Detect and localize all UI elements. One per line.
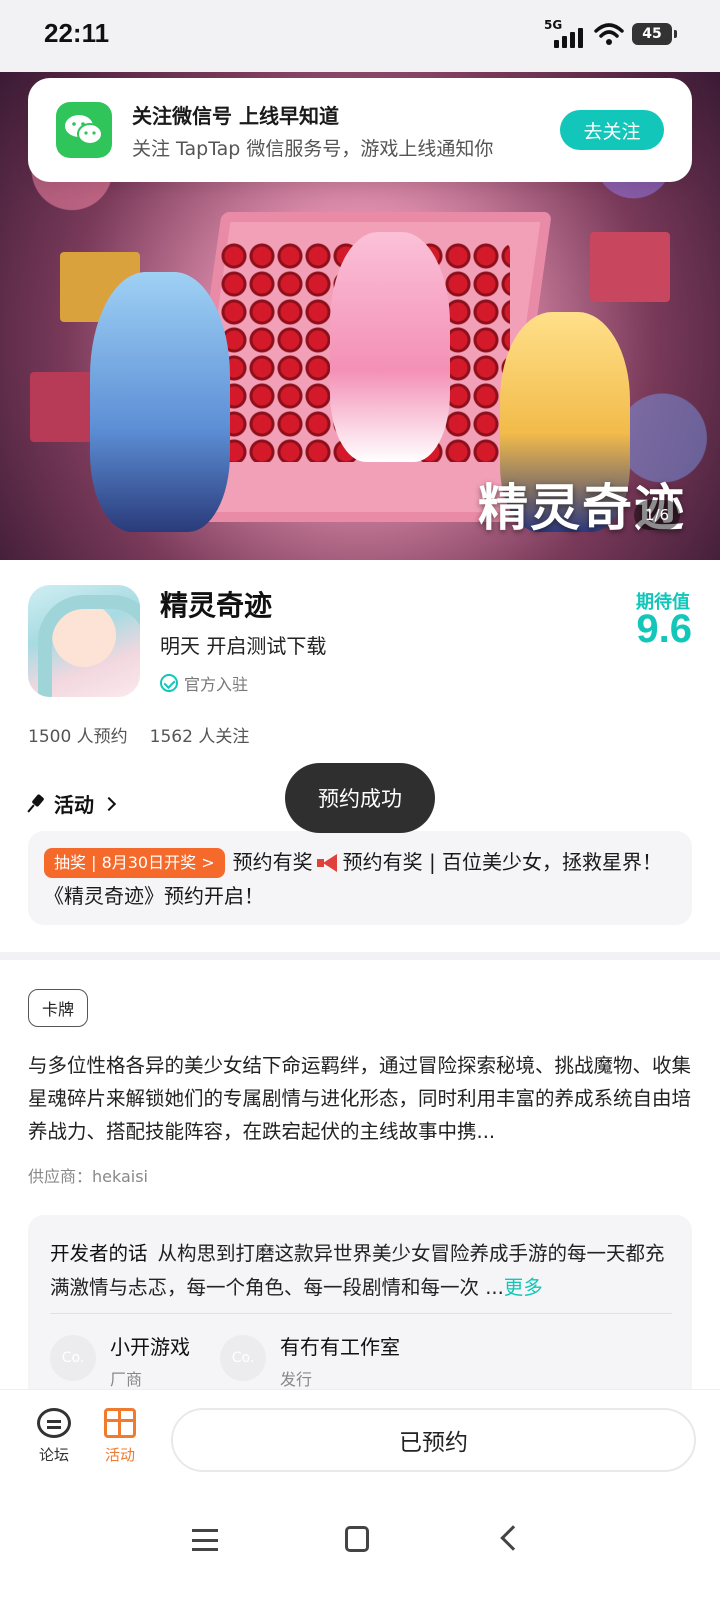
toast-message: 预约成功	[285, 763, 435, 833]
chevron-right-icon	[101, 796, 117, 811]
home-icon[interactable]	[345, 1526, 369, 1552]
lottery-tag[interactable]: 抽奖 | 8月30日开奖 >	[44, 848, 225, 878]
developer-words[interactable]: 开发者的话 从构思到打磨这款异世界美少女冒险养成手游的每一天都充满激情与忐忑，每一…	[50, 1237, 672, 1305]
wechat-icon	[56, 102, 112, 158]
follow-card-title: 关注微信号 上线早知道	[132, 104, 339, 128]
menu-icon[interactable]	[192, 1529, 218, 1551]
company-avatar: Co.	[50, 1335, 96, 1381]
company-avatar: Co.	[220, 1335, 266, 1381]
section-divider	[0, 952, 720, 960]
follow-card-subtitle: 关注 TapTap 微信服务号，游戏上线通知你	[132, 138, 494, 160]
company-name: 小开游戏	[110, 1335, 190, 1359]
game-icon[interactable]	[28, 585, 140, 697]
supplier-info: 供应商：hekaisi	[28, 1167, 149, 1186]
developer-divider	[50, 1313, 672, 1314]
developer-card: 开发者的话 从构思到打磨这款异世界美少女冒险养成手游的每一天都充满激情与忐忑，每一…	[28, 1215, 692, 1389]
character-center	[330, 232, 450, 462]
follow-button[interactable]: 去关注	[560, 110, 664, 150]
developer-label: 开发者的话	[50, 1242, 148, 1265]
official-label: 官方入驻	[184, 675, 249, 694]
official-badge: 官方入驻	[160, 671, 248, 695]
more-link[interactable]: 更多	[504, 1276, 543, 1299]
gift-icon	[104, 1408, 136, 1438]
battery-icon: 45	[632, 23, 677, 45]
activity-section-header[interactable]: 活动	[28, 789, 117, 818]
reservation-count: 1500 人预约	[28, 727, 128, 747]
company-name: 有冇有工作室	[280, 1335, 400, 1359]
status-time: 22:11	[44, 18, 110, 48]
genre-tag[interactable]: 卡牌	[28, 989, 89, 1027]
pin-icon	[28, 795, 46, 813]
battery-level: 45	[642, 26, 662, 42]
status-bar: 22:11 5G 45	[0, 0, 720, 72]
back-icon[interactable]	[500, 1525, 526, 1551]
game-title: 精灵奇迹	[160, 589, 273, 622]
activity-header-label: 活动	[54, 793, 94, 817]
wechat-follow-card: 关注微信号 上线早知道 关注 TapTap 微信服务号，游戏上线通知你 去关注	[28, 78, 692, 182]
wifi-icon	[594, 23, 624, 45]
activity-text-a: 预约有奖	[232, 850, 313, 874]
company-role: 发行	[280, 1370, 313, 1389]
expect-score: 9.6	[636, 607, 692, 651]
bottom-action-bar: 论坛 活动 已预约	[0, 1389, 720, 1489]
reserved-button[interactable]: 已预约	[171, 1408, 696, 1472]
company-role: 厂商	[110, 1370, 143, 1389]
verified-check-icon	[160, 674, 178, 692]
game-description[interactable]: 与多位性格各异的美少女结下命运羁绊，通过冒险探索秘境、挑战魔物、收集星魂碎片来解…	[28, 1049, 692, 1148]
forum-icon	[37, 1408, 71, 1438]
activity-tab-label: 活动	[104, 1446, 135, 1464]
character-left	[90, 272, 230, 532]
follower-count: 1562 人关注	[149, 727, 250, 747]
activity-tab[interactable]: 活动	[90, 1408, 150, 1465]
game-release-status: 明天 开启测试下载	[160, 634, 327, 658]
banner-page-indicator: 1/6	[634, 500, 680, 530]
game-stats: 1500 人预约 1562 人关注	[28, 722, 249, 747]
megaphone-icon	[316, 854, 339, 872]
present-box	[590, 232, 670, 302]
forum-tab[interactable]: 论坛	[24, 1408, 84, 1465]
company-item[interactable]: Co. 有冇有工作室 发行	[220, 1331, 400, 1390]
activity-card[interactable]: 抽奖 | 8月30日开奖 > 预约有奖 预约有奖 | 百位美少女，拯救星界！《精灵奇…	[28, 831, 692, 925]
system-nav-bar	[0, 1489, 720, 1601]
forum-label: 论坛	[38, 1446, 69, 1464]
company-item[interactable]: Co. 小开游戏 厂商	[50, 1331, 190, 1390]
status-icons: 5G 45	[544, 18, 677, 48]
cellular-signal-icon: 5G	[544, 18, 586, 48]
